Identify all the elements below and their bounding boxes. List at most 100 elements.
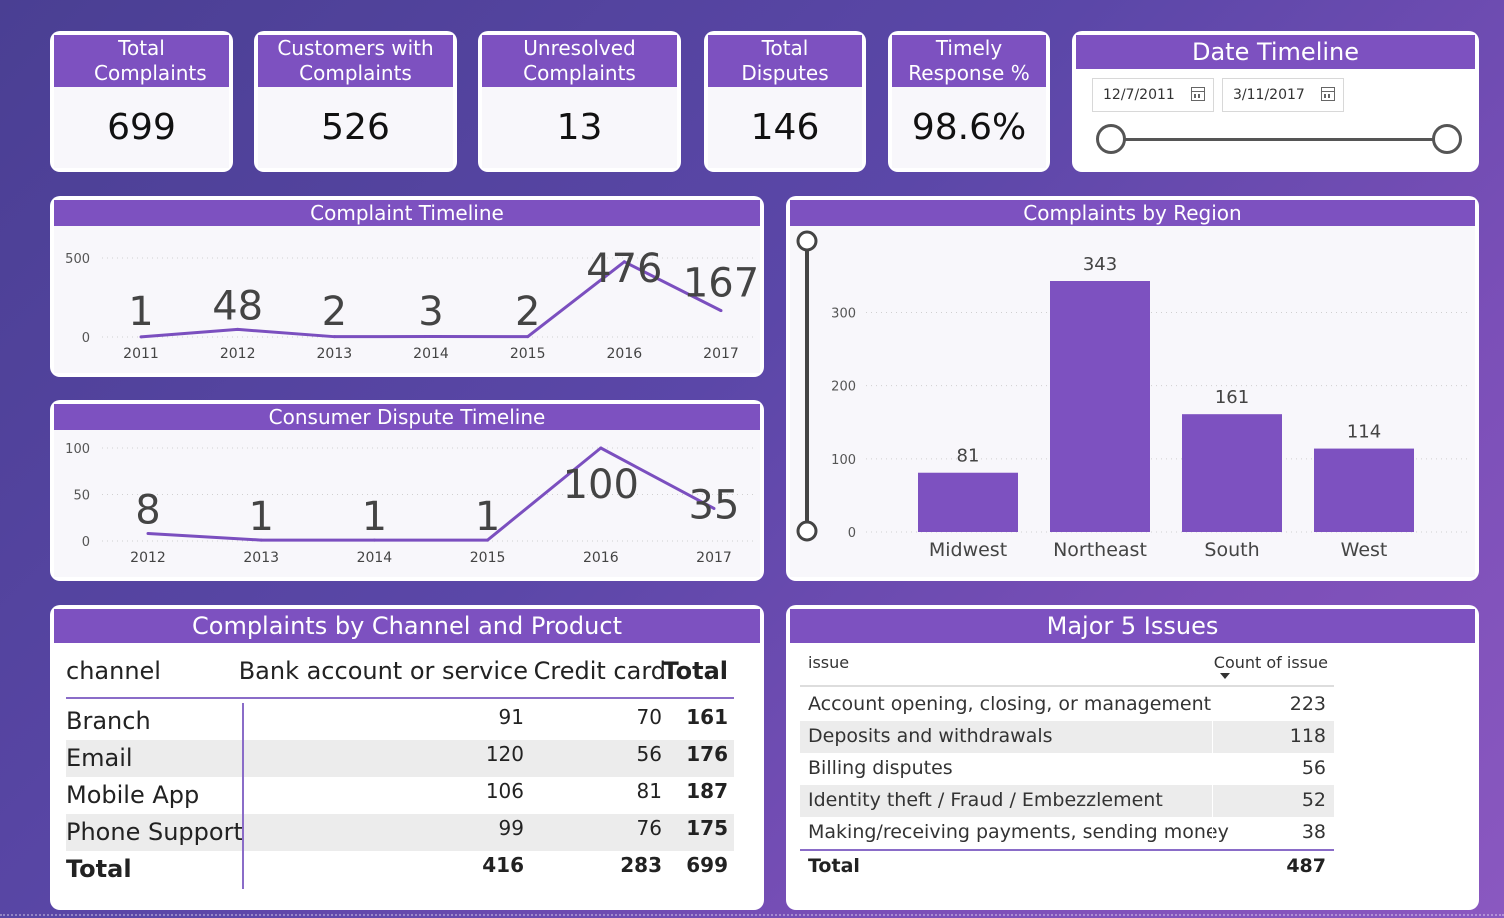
dispute-timeline-title: Consumer Dispute Timeline	[54, 404, 760, 430]
date-range-end-handle[interactable]	[1432, 124, 1462, 154]
x-tick-label: West	[1341, 539, 1388, 561]
data-label: 1	[248, 494, 273, 540]
bar	[1182, 414, 1282, 532]
x-tick-label: 2011	[123, 346, 159, 362]
kpi-customers-with-complaints: Customers with Complaints 526	[254, 31, 457, 172]
y-range-bottom-handle	[796, 520, 818, 542]
table-cell: 99	[498, 816, 524, 840]
total-row[interactable]: Total 416 283 699	[66, 851, 734, 888]
table-row[interactable]: Account opening, closing, or management 2…	[800, 689, 1334, 721]
data-label: 81	[957, 446, 980, 467]
complaint-timeline-chart: 0 500 1 2011 48 2012 2 2013 3 2014 2 2015 476 2016 167…	[65, 246, 759, 362]
calendar-icon[interactable]	[1321, 87, 1335, 101]
data-label: 100	[563, 462, 639, 508]
channel-product-title: Complaints by Channel and Product	[54, 609, 760, 643]
x-tick-label: 2016	[583, 550, 619, 566]
data-point	[332, 335, 336, 339]
issues-header: issue Count of issue	[800, 651, 1334, 687]
page-bottom-edge	[0, 914, 1504, 916]
table-row[interactable]: Phone Support 99 76 175	[66, 814, 734, 851]
channel-product-card: Complaints by Channel and Product channe…	[50, 605, 764, 910]
kpi-timely-response: Timely Response % 98.6%	[888, 31, 1050, 172]
table-cell: 416	[482, 853, 524, 877]
complaint-timeline-panel: 0 500 1 2011 48 2012 2 2013 3 2014 2 2015 476 2016 167…	[54, 226, 760, 373]
channel-product-panel: channel Bank account or service Credit c…	[54, 643, 760, 906]
data-label: 114	[1347, 422, 1381, 443]
kpi-label: Unresolved Complaints	[482, 35, 677, 87]
table-cell: 120	[485, 742, 524, 766]
date-timeline-title: Date Timeline	[1076, 35, 1475, 69]
table-cell: 56	[636, 742, 662, 766]
calendar-icon[interactable]	[1191, 87, 1205, 101]
y-tick-label: 500	[65, 252, 90, 267]
table-row[interactable]: Making/receiving payments, sending money…	[800, 817, 1334, 849]
table-cell: 283	[620, 853, 662, 877]
data-label: 1	[128, 289, 153, 335]
region-chart-card: Complaints by Region 0 100 200 300 81 Midwest…	[786, 196, 1479, 581]
column-separator	[1212, 753, 1213, 785]
kpi-label: Total Disputes	[708, 35, 862, 87]
column-header-total[interactable]: Total	[662, 657, 728, 685]
table-row[interactable]: Identity theft / Fraud / Embezzlement 52	[800, 785, 1334, 817]
column-separator	[1212, 817, 1213, 849]
column-header-credit-card[interactable]: Credit card	[534, 657, 666, 685]
y-tick-label: 100	[65, 442, 90, 457]
table-cell: 76	[636, 816, 662, 840]
data-point	[599, 446, 603, 450]
end-date-value: 3/11/2017	[1233, 87, 1305, 103]
x-tick-label: 2012	[130, 550, 166, 566]
kpi-unresolved-complaints: Unresolved Complaints 13	[478, 31, 681, 172]
bar	[1050, 281, 1150, 532]
data-label: 476	[586, 246, 662, 292]
total-label: Total	[808, 855, 860, 877]
kpi-value: 526	[258, 87, 453, 168]
region-chart-title: Complaints by Region	[790, 200, 1475, 226]
column-separator	[1212, 689, 1213, 721]
x-tick-label: 2015	[470, 550, 506, 566]
issue-name: Deposits and withdrawals	[808, 725, 1053, 747]
table-row[interactable]: Deposits and withdrawals 118	[800, 721, 1334, 753]
x-tick-label: 2013	[317, 346, 353, 362]
issue-count: 38	[1301, 821, 1326, 843]
total-row[interactable]: Total 487	[800, 849, 1334, 883]
kpi-total-disputes: Total Disputes 146	[704, 31, 866, 172]
y-tick-label: 300	[831, 306, 856, 321]
data-label: 2	[322, 289, 347, 335]
complaint-timeline-card: Complaint Timeline 0 500 1 2011 48 2012 2 2013 3…	[50, 196, 764, 377]
column-separator	[1212, 785, 1213, 817]
column-header-count[interactable]: Count of issue	[1214, 653, 1328, 672]
table-row[interactable]: Mobile App 106 81 187	[66, 777, 734, 814]
row-label: Email	[66, 744, 133, 772]
table-cell: 91	[498, 705, 524, 729]
sort-descending-icon[interactable]	[1220, 673, 1230, 679]
major-issues-card: Major 5 Issues issue Count of issue Acco…	[786, 605, 1479, 910]
kpi-value: 699	[54, 87, 229, 168]
table-row[interactable]: Billing disputes 56	[800, 753, 1334, 785]
column-header-issue[interactable]: issue	[808, 653, 849, 672]
end-date-input[interactable]: 3/11/2017	[1222, 78, 1344, 112]
x-tick-label: 2014	[357, 550, 393, 566]
x-tick-label: 2017	[703, 346, 739, 362]
table-row[interactable]: Email 120 56 176	[66, 740, 734, 777]
table-row[interactable]: Branch 91 70 161	[66, 703, 734, 740]
bar	[1314, 448, 1414, 532]
kpi-value: 146	[708, 87, 862, 168]
issue-count: 223	[1289, 693, 1326, 715]
column-header-channel[interactable]: channel	[66, 657, 161, 685]
start-date-input[interactable]: 12/7/2011	[1092, 78, 1214, 112]
y-tick-label: 0	[848, 526, 856, 541]
table-cell: 187	[686, 779, 728, 803]
table-cell: 81	[636, 779, 662, 803]
data-label: 3	[418, 289, 443, 335]
y-tick-label: 50	[73, 489, 90, 504]
data-point	[139, 335, 143, 339]
column-header-bank-account[interactable]: Bank account or service	[239, 657, 528, 685]
data-label: 1	[362, 494, 387, 540]
date-range-start-handle[interactable]	[1096, 124, 1126, 154]
row-label: Branch	[66, 707, 151, 735]
data-label: 167	[683, 261, 759, 307]
kpi-label: Total Complaints	[54, 35, 229, 87]
major-issues-panel: issue Count of issue Account opening, cl…	[790, 643, 1475, 906]
date-timeline-slicer: Date Timeline 12/7/2011 3/11/2017	[1072, 31, 1479, 172]
x-tick-label: Midwest	[929, 539, 1007, 561]
